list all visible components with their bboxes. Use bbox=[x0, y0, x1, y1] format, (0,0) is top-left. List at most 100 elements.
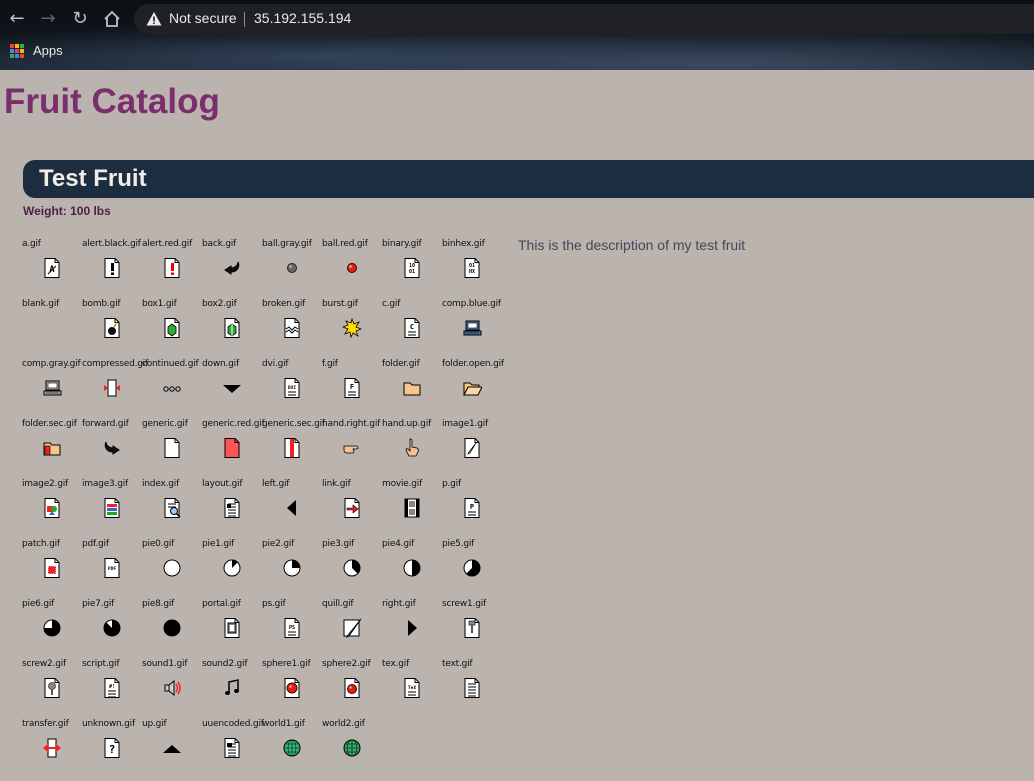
icon-filename: pie7.gif bbox=[82, 599, 115, 609]
icon-filename: continued.gif bbox=[142, 359, 199, 369]
sound2-icon bbox=[222, 677, 242, 699]
text-icon bbox=[462, 677, 482, 699]
sphere1-icon bbox=[282, 677, 302, 699]
icon-filename: screw2.gif bbox=[22, 659, 67, 669]
layout-icon bbox=[222, 497, 242, 519]
quill-icon bbox=[342, 617, 362, 639]
icon-filename: alert.red.gif bbox=[142, 239, 193, 249]
icon-cell: ball.gray.gif bbox=[262, 239, 322, 299]
bookmark-apps[interactable]: Apps bbox=[33, 43, 63, 58]
icon-filename: left.gif bbox=[262, 479, 290, 489]
address-bar[interactable]: Not secure 35.192.155.194 bbox=[134, 4, 1034, 34]
icon-cell: unknown.gif? bbox=[82, 719, 142, 779]
icon-cell: text.gif bbox=[442, 659, 502, 719]
icon-cell: generic.sec.gif bbox=[262, 419, 325, 479]
back-arrow-icon[interactable]: ← bbox=[7, 9, 27, 29]
icon-filename: right.gif bbox=[382, 599, 416, 609]
icon-cell: blank.gif bbox=[22, 299, 82, 359]
icon-cell: movie.gif bbox=[382, 479, 442, 539]
icon-cell: ps.gif PS bbox=[262, 599, 322, 659]
icon-filename: world1.gif bbox=[262, 719, 305, 729]
icon-filename: pie3.gif bbox=[322, 539, 355, 549]
icon-cell: folder.gif bbox=[382, 359, 442, 419]
product-name: Test Fruit bbox=[39, 165, 147, 192]
forward-arrow-icon[interactable]: → bbox=[38, 9, 58, 29]
sphere2-icon bbox=[342, 677, 362, 699]
svg-text:HX: HX bbox=[469, 269, 475, 275]
address-divider bbox=[244, 12, 245, 27]
icon-cell: continued.gif bbox=[142, 359, 202, 419]
comp-gray-icon bbox=[42, 377, 62, 399]
icon-cell: world2.gif bbox=[322, 719, 382, 779]
pie7-icon bbox=[102, 617, 122, 639]
icon-filename: screw1.gif bbox=[442, 599, 487, 609]
icon-filename: text.gif bbox=[442, 659, 473, 669]
icon-cell: f.gif F bbox=[322, 359, 382, 419]
icon-filename: sphere2.gif bbox=[322, 659, 371, 669]
binhex-icon: 01 HX bbox=[462, 257, 482, 279]
icon-filename: tex.gif bbox=[382, 659, 410, 669]
pdf-icon: PDF bbox=[102, 557, 122, 579]
icon-cell: world1.gif bbox=[262, 719, 322, 779]
image2-icon bbox=[42, 497, 62, 519]
binary-icon: 10 01 bbox=[402, 257, 422, 279]
movie-icon bbox=[402, 497, 422, 519]
portal-icon bbox=[222, 617, 242, 639]
generic-red-icon bbox=[222, 437, 242, 459]
icon-filename: burst.gif bbox=[322, 299, 358, 309]
folder-sec-icon bbox=[42, 437, 62, 459]
transfer-icon bbox=[42, 737, 62, 759]
screw2-icon bbox=[42, 677, 62, 699]
icon-filename: bomb.gif bbox=[82, 299, 121, 309]
compressed-icon bbox=[102, 377, 122, 399]
icon-filename: blank.gif bbox=[22, 299, 60, 309]
icon-cell: hand.up.gif bbox=[382, 419, 442, 479]
icon-cell: hand.right.gif bbox=[322, 419, 382, 479]
icon-filename: ball.red.gif bbox=[322, 239, 368, 249]
icon-filename: transfer.gif bbox=[22, 719, 69, 729]
reload-icon[interactable]: ↻ bbox=[70, 9, 90, 29]
icon-cell: image3.gif bbox=[82, 479, 142, 539]
icon-cell: up.gif bbox=[142, 719, 202, 779]
pie8-icon bbox=[162, 617, 182, 639]
image3-icon bbox=[102, 497, 122, 519]
icon-filename: index.gif bbox=[142, 479, 180, 489]
bomb-icon bbox=[102, 317, 122, 339]
svg-text:TeX: TeX bbox=[408, 685, 416, 691]
world2-icon bbox=[342, 737, 362, 759]
box1-icon bbox=[162, 317, 182, 339]
security-label[interactable]: Not secure bbox=[169, 10, 237, 26]
icon-cell: layout.gif bbox=[202, 479, 262, 539]
svg-text:?: ? bbox=[109, 743, 116, 756]
pie0-icon bbox=[162, 557, 182, 579]
icon-filename: pie5.gif bbox=[442, 539, 475, 549]
hand-up-icon bbox=[402, 437, 422, 459]
continued-icon bbox=[162, 377, 182, 399]
icon-cell: compressed.gif bbox=[82, 359, 148, 419]
icon-filename: image3.gif bbox=[82, 479, 129, 489]
image1-icon bbox=[462, 437, 482, 459]
index-icon bbox=[162, 497, 182, 519]
home-icon[interactable] bbox=[102, 9, 122, 29]
icon-cell: script.gif #! bbox=[82, 659, 142, 719]
icon-cell: transfer.gif bbox=[22, 719, 82, 779]
apps-grid-icon[interactable] bbox=[10, 44, 24, 58]
folder-open-icon bbox=[462, 377, 482, 399]
icon-cell: sphere2.gif bbox=[322, 659, 382, 719]
burst-icon bbox=[342, 317, 362, 339]
generic-icon bbox=[162, 437, 182, 459]
icon-filename: alert.black.gif bbox=[82, 239, 141, 249]
icon-filename: comp.gray.gif bbox=[22, 359, 81, 369]
icon-cell: pie1.gif bbox=[202, 539, 262, 599]
icon-cell: comp.blue.gif bbox=[442, 299, 502, 359]
c-icon: C bbox=[402, 317, 422, 339]
icon-cell: pdf.gif PDF bbox=[82, 539, 142, 599]
ball-gray-icon bbox=[282, 257, 302, 279]
icon-filename: sound1.gif bbox=[142, 659, 188, 669]
url-text[interactable]: 35.192.155.194 bbox=[254, 10, 351, 26]
icon-filename: p.gif bbox=[442, 479, 461, 489]
icon-filename: generic.gif bbox=[142, 419, 188, 429]
icon-filename: box2.gif bbox=[202, 299, 237, 309]
icon-cell: generic.red.gif bbox=[202, 419, 265, 479]
icon-cell: box2.gif bbox=[202, 299, 262, 359]
